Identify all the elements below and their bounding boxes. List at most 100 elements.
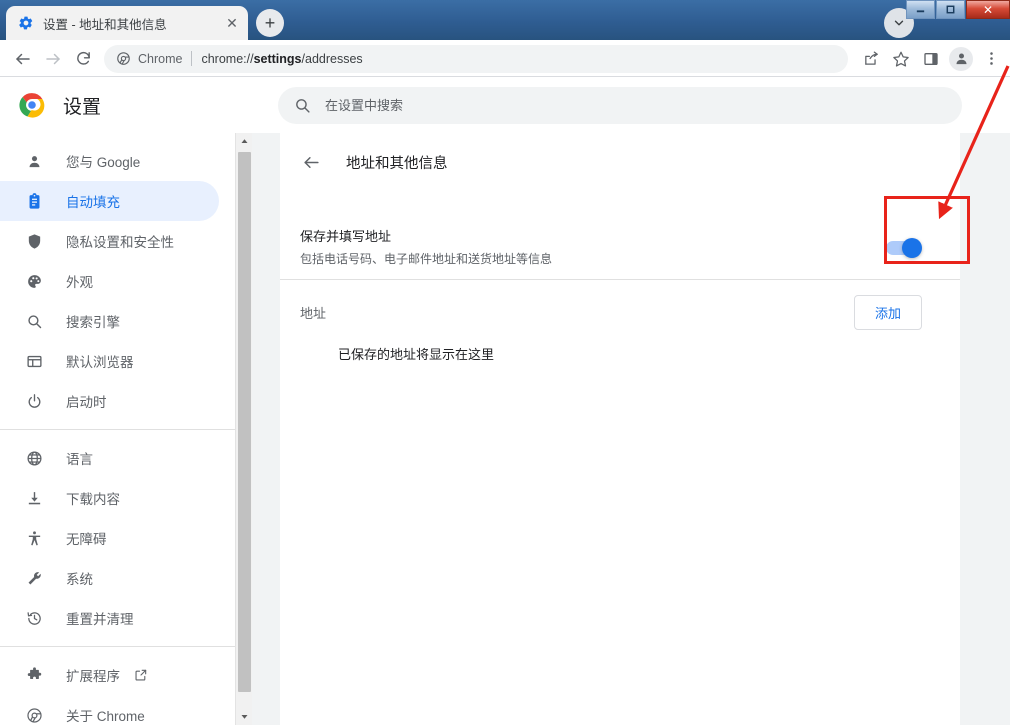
sidebar-group-advanced: 语言 下载内容 无障碍 系统 重置并清理 (0, 429, 235, 646)
browser-tab[interactable]: 设置 - 地址和其他信息 ✕ (6, 6, 248, 40)
history-restore-icon (24, 608, 44, 628)
profile-button[interactable] (946, 44, 976, 74)
setting-description: 包括电话号码、电子邮件地址和送货地址等信息 (300, 252, 553, 266)
person-icon (24, 151, 44, 171)
accessibility-icon (24, 528, 44, 548)
sidebar-item-privacy-security[interactable]: 隐私设置和安全性 (0, 221, 219, 261)
url-path: /addresses (301, 51, 363, 66)
scroll-down-arrow-icon[interactable] (236, 708, 253, 725)
globe-icon (24, 448, 44, 468)
sidebar-item-extensions[interactable]: 扩展程序 (0, 655, 219, 695)
sidebar-item-autofill[interactable]: 自动填充 (0, 181, 219, 221)
site-identity-chip: Chrome (116, 51, 182, 66)
chrome-logo-icon (19, 92, 45, 118)
chrome-icon (24, 705, 44, 725)
sidebar-item-label: 关于 Chrome (66, 709, 145, 724)
maximize-button[interactable] (936, 0, 965, 19)
settings-main-panel: 地址和其他信息 保存并填写地址 包括电话号码、电子邮件地址和送货地址等信息 地址… (280, 133, 960, 725)
subpage-title: 地址和其他信息 (346, 155, 448, 172)
url-text: chrome://settings/addresses (201, 52, 362, 66)
sidebar-item-label: 默认浏览器 (66, 355, 134, 370)
sidebar-item-label: 您与 Google (66, 155, 141, 170)
addresses-section-label: 地址 (300, 305, 327, 321)
sidebar-item-reset-cleanup[interactable]: 重置并清理 (0, 598, 219, 638)
shield-icon (24, 231, 44, 251)
omnibox-divider (191, 51, 193, 66)
sidebar-item-label: 重置并清理 (66, 612, 134, 627)
window-controls: ✕ (905, 0, 1010, 20)
wrench-icon (24, 568, 44, 588)
sidebar-item-label: 系统 (66, 572, 93, 587)
browser-window-icon (24, 351, 44, 371)
save-fill-addresses-toggle[interactable] (886, 238, 922, 258)
sidebar-item-appearance[interactable]: 外观 (0, 261, 219, 301)
three-dot-menu-icon[interactable] (976, 44, 1006, 74)
sidebar-item-accessibility[interactable]: 无障碍 (0, 518, 219, 558)
search-icon (294, 97, 311, 114)
star-icon[interactable] (886, 44, 916, 74)
settings-sidebar: 您与 Google 自动填充 隐私设置和安全性 外观 搜索引擎 默认浏览器 启动… (0, 133, 235, 725)
sidebar-item-search-engine[interactable]: 搜索引擎 (0, 301, 219, 341)
new-tab-button[interactable]: + (256, 9, 284, 37)
external-link-icon (134, 668, 148, 682)
setting-text-block: 保存并填写地址 包括电话号码、电子邮件地址和送货地址等信息 (300, 227, 886, 269)
toggle-knob (902, 238, 922, 258)
sidebar-item-label: 语言 (66, 452, 93, 467)
add-address-button[interactable]: 添加 (853, 294, 922, 330)
sidebar-item-languages[interactable]: 语言 (0, 438, 219, 478)
sidebar-item-downloads[interactable]: 下载内容 (0, 478, 219, 518)
settings-search-box[interactable] (278, 87, 962, 124)
title-bar: 设置 - 地址和其他信息 ✕ + ✕ (0, 0, 1010, 40)
palette-icon (24, 271, 44, 291)
addresses-section-header: 地址 添加 (280, 280, 960, 344)
settings-body: 您与 Google 自动填充 隐私设置和安全性 外观 搜索引擎 默认浏览器 启动… (0, 133, 1010, 725)
sidebar-item-label: 扩展程序 (66, 669, 120, 684)
sidebar-item-on-startup[interactable]: 启动时 (0, 381, 219, 421)
save-fill-addresses-row: 保存并填写地址 包括电话号码、电子邮件地址和送货地址等信息 (280, 217, 960, 280)
sidebar-item-label: 启动时 (66, 395, 107, 410)
power-icon (24, 391, 44, 411)
sidebar-item-default-browser[interactable]: 默认浏览器 (0, 341, 219, 381)
sidebar-item-label: 隐私设置和安全性 (66, 235, 174, 250)
browser-window: 设置 - 地址和其他信息 ✕ + ✕ Chrome chrome://setti… (0, 0, 1010, 725)
sidebar-group-primary: 您与 Google 自动填充 隐私设置和安全性 外观 搜索引擎 默认浏览器 启动… (0, 133, 235, 429)
addresses-empty-state: 已保存的地址将显示在这里 (338, 347, 495, 362)
sidebar-item-label: 搜索引擎 (66, 315, 120, 330)
forward-arrow-icon[interactable] (38, 44, 68, 74)
sidebar-item-label: 自动填充 (66, 195, 120, 210)
sidebar-item-label: 外观 (66, 275, 93, 290)
sidebar-item-you-and-google[interactable]: 您与 Google (0, 141, 219, 181)
puzzle-icon (24, 665, 44, 685)
back-arrow-icon[interactable] (298, 149, 324, 175)
minimize-button[interactable] (906, 0, 935, 19)
sidebar-item-about-chrome[interactable]: 关于 Chrome (0, 695, 219, 725)
search-input[interactable] (325, 98, 946, 113)
reload-icon[interactable] (68, 44, 98, 74)
address-bar[interactable]: Chrome chrome://settings/addresses (104, 44, 848, 73)
sidebar-item-label: 下载内容 (66, 492, 120, 507)
close-button[interactable]: ✕ (966, 0, 1010, 19)
side-panel-icon[interactable] (916, 44, 946, 74)
site-identity-label: Chrome (138, 51, 183, 66)
page-title: 设置 (63, 96, 102, 118)
url-host: settings (253, 51, 302, 66)
scroll-up-arrow-icon[interactable] (236, 133, 253, 150)
search-icon (24, 311, 44, 331)
subpage-header: 地址和其他信息 (280, 133, 960, 191)
back-arrow-icon[interactable] (8, 44, 38, 74)
share-icon[interactable] (856, 44, 886, 74)
avatar (949, 46, 973, 71)
url-prefix: chrome:// (201, 51, 254, 66)
gear-icon (18, 15, 34, 31)
settings-header: 设置 (0, 77, 1010, 133)
clipboard-icon (24, 191, 44, 211)
sidebar-item-system[interactable]: 系统 (0, 558, 219, 598)
setting-label: 保存并填写地址 (300, 229, 392, 244)
close-icon[interactable]: ✕ (222, 13, 242, 33)
chrome-icon (116, 51, 131, 66)
sidebar-group-footer: 扩展程序 关于 Chrome (0, 646, 235, 725)
scrollbar-thumb[interactable] (238, 152, 251, 692)
download-icon (24, 488, 44, 508)
sidebar-scrollbar[interactable] (235, 133, 252, 725)
sidebar-item-label: 无障碍 (66, 532, 107, 547)
